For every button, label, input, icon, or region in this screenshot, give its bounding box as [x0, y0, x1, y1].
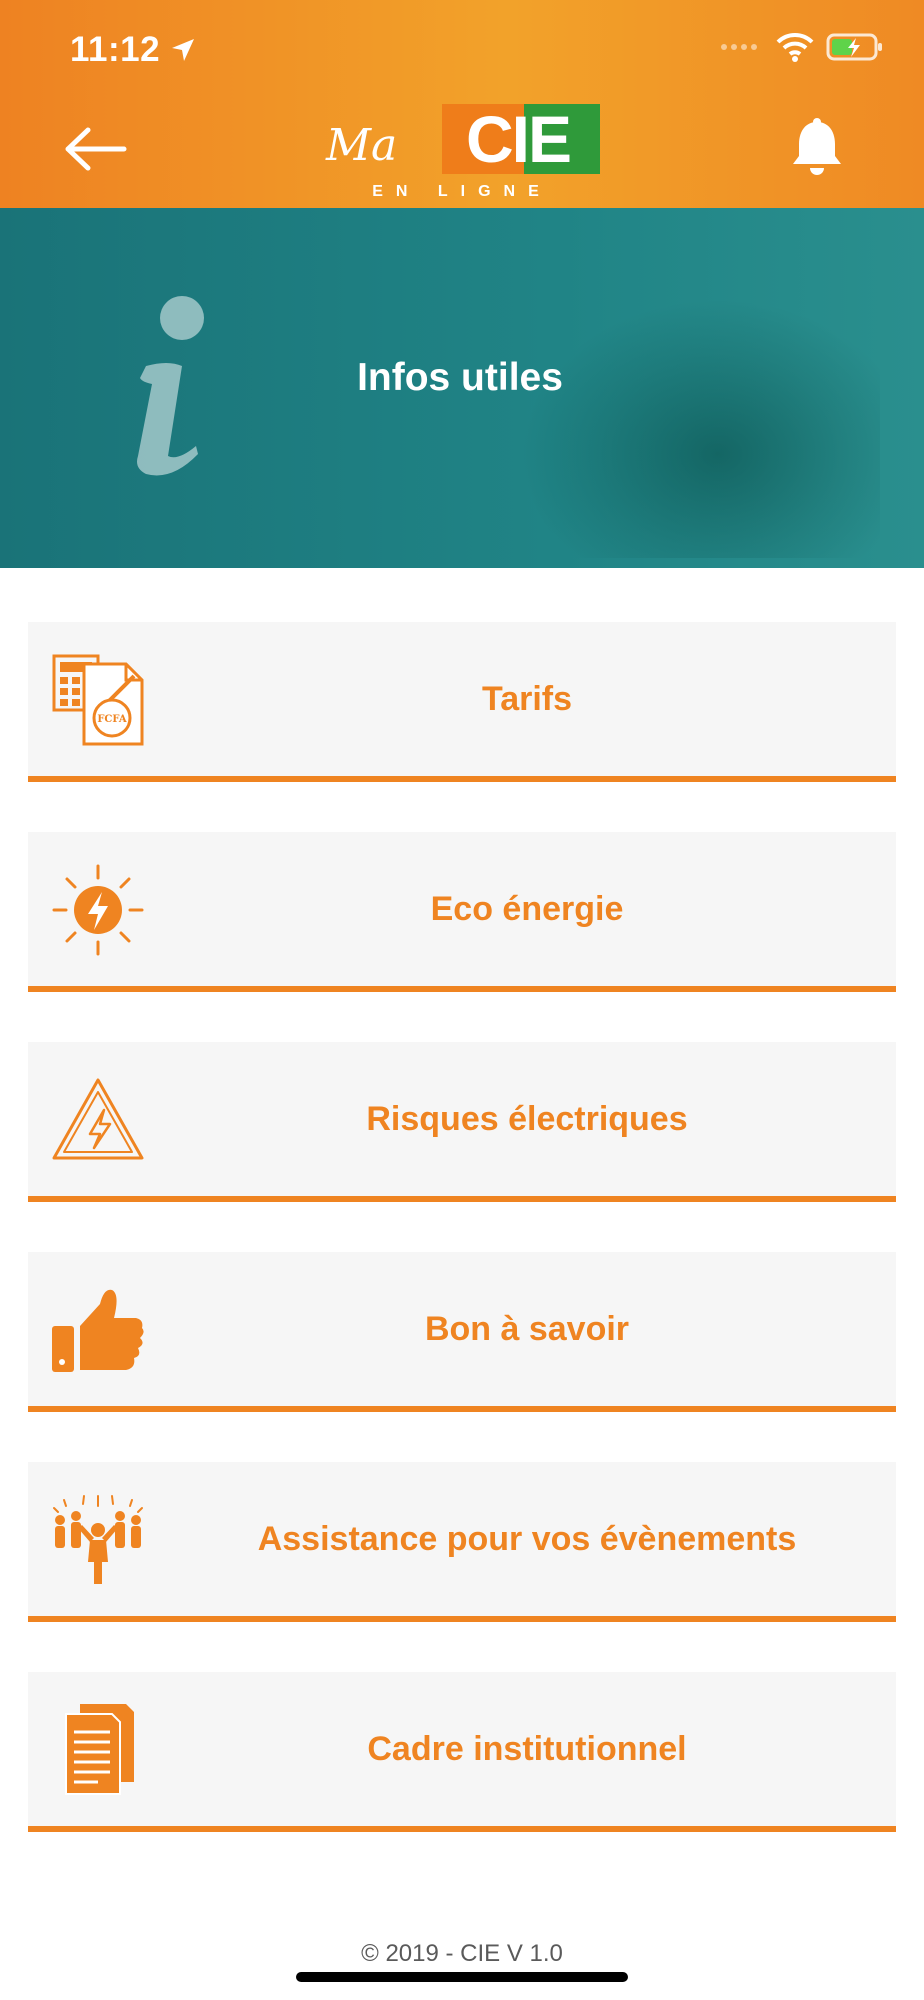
menu-item-bon-a-savoir[interactable]: Bon à savoir — [28, 1252, 896, 1412]
menu-item-label: Bon à savoir — [424, 1309, 630, 1348]
info-icon — [137, 296, 204, 476]
banner-background-shadow — [520, 298, 880, 558]
logo-tagline: EN LIGNE — [372, 183, 552, 200]
menu-item-label: Risques électriques — [366, 1099, 688, 1138]
home-indicator[interactable] — [296, 1972, 628, 1982]
menu-item-label: Eco énergie — [430, 889, 624, 928]
menu-item-label: Cadre institutionnel — [367, 1729, 687, 1768]
menu-item-cadre-institutionnel[interactable]: Cadre institutionnel — [28, 1672, 896, 1832]
event-crowd-icon — [53, 1495, 143, 1584]
status-time-text: 11:12 — [70, 30, 161, 69]
location-arrow-icon — [172, 39, 195, 61]
notification-bell-icon[interactable] — [790, 118, 844, 178]
sun-bolt-icon — [52, 864, 144, 956]
menu-item-label: Tarifs — [481, 679, 573, 718]
logo-brand: CIE — [466, 102, 570, 176]
app-logo: Ma CIE EN LIGNE — [324, 102, 600, 202]
menu-item-risques-electriques[interactable]: Risques électriques — [28, 1042, 896, 1202]
documents-icon — [65, 1704, 134, 1795]
thumbs-up-icon — [52, 1289, 144, 1372]
status-icons — [720, 32, 884, 62]
logo-script: Ma — [325, 120, 397, 171]
fcfa-label: FCFA — [97, 714, 127, 725]
back-arrow-icon[interactable] — [64, 124, 128, 174]
menu-item-tarifs[interactable]: FCFA Tarifs — [28, 622, 896, 782]
tariff-calculator-icon: FCFA — [52, 654, 144, 746]
menu-item-assistance-evenements[interactable]: Assistance pour vos évènements — [28, 1462, 896, 1622]
status-time: 11:12 — [70, 30, 196, 70]
battery-icon — [826, 33, 882, 61]
signal-icon — [721, 44, 757, 50]
menu-item-eco-energie[interactable]: Eco énergie — [28, 832, 896, 992]
page-title: Infos utiles — [357, 356, 563, 399]
app-header: 11:12 Ma CIE EN LIGNE — [0, 0, 924, 208]
info-menu: FCFA Tarifs Eco énergie Risques électriq… — [28, 622, 896, 1882]
footer-copyright: © 2019 - CIE V 1.0 — [361, 1940, 563, 1967]
wifi-icon — [776, 32, 814, 62]
menu-item-label: Assistance pour vos évènements — [257, 1519, 797, 1558]
page-banner: Infos utiles — [0, 208, 924, 568]
cie-logo-graphic: Ma CIE EN LIGNE — [325, 102, 600, 200]
electric-warning-icon — [52, 1078, 144, 1160]
